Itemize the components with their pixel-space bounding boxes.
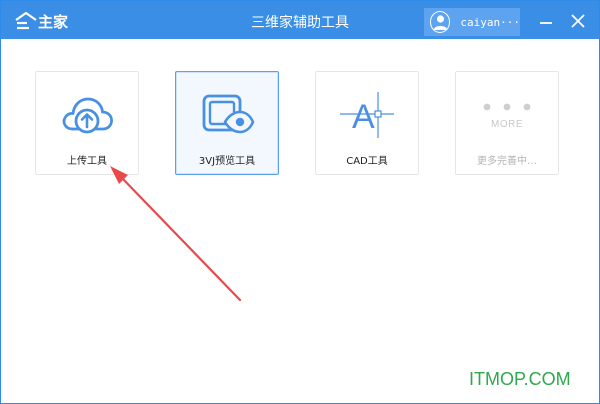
annotation-arrow [110,166,242,302]
